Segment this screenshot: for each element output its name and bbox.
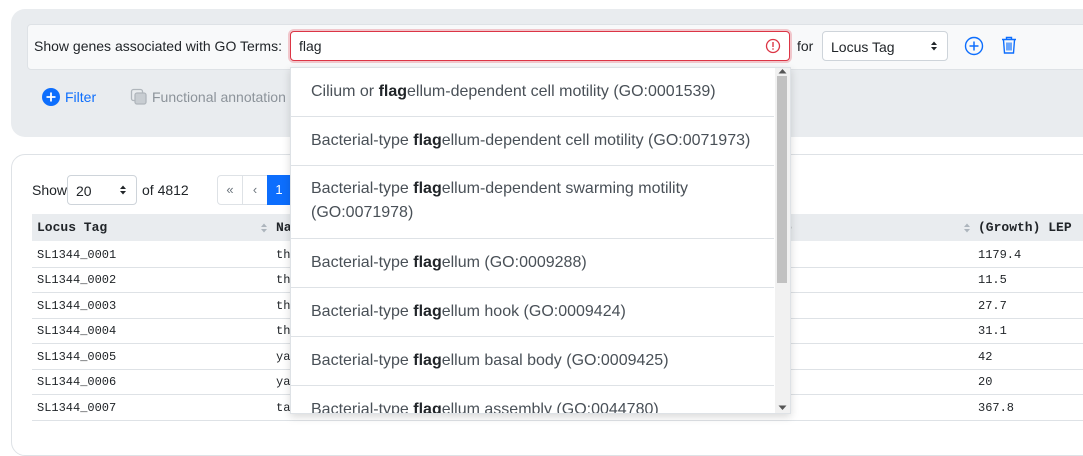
go-term-suggestions: Cilium or flagellum-dependent cell motil… (290, 67, 791, 414)
cell-lep: 367.8 (978, 401, 1015, 415)
cell-name: th (276, 273, 291, 287)
trash-icon[interactable] (1001, 36, 1017, 54)
suggestion-text: Bacterial-type (311, 254, 414, 271)
field-select-value: Locus Tag (831, 39, 895, 55)
pagination: « ‹ 1 (217, 175, 291, 205)
cell-locus: SL1344_0005 (37, 350, 117, 364)
suggestion-text: ellum-dependent cell motility (GO:007197… (441, 132, 751, 149)
suggestion-text: ellum assembly (GO:0044780) (441, 401, 659, 414)
cell-locus: SL1344_0002 (37, 273, 117, 287)
cell-locus: SL1344_0004 (37, 324, 117, 338)
select-caret-icon (931, 41, 937, 51)
functional-annotation-button[interactable]: Functional annotation (130, 88, 286, 106)
sort-icon[interactable] (260, 222, 268, 234)
sort-icon[interactable] (963, 222, 971, 234)
suggestion-text: Bacterial-type (311, 303, 414, 320)
filter-button[interactable]: Filter (42, 88, 96, 106)
suggestion-text: ellum (GO:0009288) (441, 254, 587, 271)
cell-lep: 42 (978, 350, 993, 364)
copy-icon (130, 88, 147, 105)
suggestion-text: Bacterial-type (311, 401, 414, 414)
suggestion-text: ellum hook (GO:0009424) (441, 303, 626, 320)
column-growth-lep[interactable]: (Growth) LEP (978, 220, 1072, 235)
suggestion-item[interactable]: Bacterial-type flagellum (GO:0009288) (291, 239, 774, 288)
for-label: for (797, 38, 814, 54)
add-term-icon[interactable] (964, 36, 984, 56)
filter-label: Filter (65, 89, 97, 105)
suggestion-text: Bacterial-type (311, 352, 414, 369)
suggestion-match: flag (413, 401, 442, 414)
suggestion-text: (GO:0071978) (311, 204, 414, 221)
page-size-select[interactable]: 20 (67, 175, 137, 205)
current-page-button[interactable]: 1 (267, 175, 291, 205)
select-caret-icon (120, 185, 126, 195)
suggestion-item[interactable]: Bacterial-type flagellum-dependent cell … (291, 117, 774, 166)
suggestion-item[interactable]: Bacterial-type flagellum assembly (GO:00… (291, 386, 774, 414)
cell-name: ta (276, 401, 291, 415)
column-locus-tag[interactable]: Locus Tag (37, 220, 107, 235)
plus-circle-icon (42, 88, 60, 106)
suggestion-item[interactable]: Cilium or flagellum-dependent cell motil… (291, 68, 774, 117)
cell-name: ya (276, 375, 291, 389)
field-select[interactable]: Locus Tag (822, 31, 948, 61)
suggestion-text: ellum basal body (GO:0009425) (441, 352, 669, 369)
show-label: Show (32, 182, 68, 198)
cell-locus: SL1344_0007 (37, 401, 117, 415)
suggestion-text: Bacterial-type (311, 132, 414, 149)
cell-locus: SL1344_0003 (37, 299, 117, 313)
total-count: of 4812 (142, 182, 189, 198)
go-terms-label: Show genes associated with GO Terms: (34, 38, 282, 54)
scroll-up-icon[interactable] (778, 68, 787, 74)
scroll-down-icon[interactable] (778, 405, 787, 411)
first-page-button[interactable]: « (217, 175, 243, 205)
cell-lep: 1179.4 (978, 248, 1022, 262)
cell-name: ya (276, 350, 291, 364)
suggestion-match: flag (413, 180, 442, 197)
suggestion-item[interactable]: Bacterial-type flagellum hook (GO:000942… (291, 288, 774, 337)
suggestion-match: flag (413, 254, 442, 271)
functional-annotation-label: Functional annotation (152, 89, 286, 105)
cell-name: th (276, 248, 291, 262)
cell-lep: 20 (978, 375, 993, 389)
suggestion-item[interactable]: Bacterial-type flagellum-dependent swarm… (291, 166, 774, 239)
suggestion-text: ellum-dependent cell motility (GO:000153… (407, 83, 716, 100)
suggestion-match: flag (413, 352, 442, 369)
prev-page-button[interactable]: ‹ (242, 175, 268, 205)
suggestion-text: Bacterial-type (311, 180, 414, 197)
suggestion-item[interactable]: Bacterial-type flagellum basal body (GO:… (291, 337, 774, 386)
suggestion-match: flag (378, 83, 408, 100)
go-terms-input[interactable] (290, 31, 790, 61)
suggestion-match: flag (413, 132, 442, 149)
go-query-row: Show genes associated with GO Terms: for… (27, 24, 1083, 70)
suggestion-text: Cilium or (311, 83, 379, 100)
cell-lep: 31.1 (978, 324, 1007, 338)
cell-locus: SL1344_0006 (37, 375, 117, 389)
cell-locus: SL1344_0001 (37, 248, 117, 262)
suggestion-text: ellum-dependent swarming motility (441, 180, 689, 197)
scrollbar-thumb[interactable] (777, 76, 787, 283)
cell-name: th (276, 324, 291, 338)
cell-lep: 27.7 (978, 299, 1007, 313)
suggestions-scrollbar[interactable] (775, 68, 790, 413)
error-icon (765, 38, 781, 54)
suggestion-match: flag (413, 303, 442, 320)
cell-name: th (276, 299, 291, 313)
cell-lep: 11.5 (978, 273, 1007, 287)
page-size-value: 20 (76, 183, 92, 199)
